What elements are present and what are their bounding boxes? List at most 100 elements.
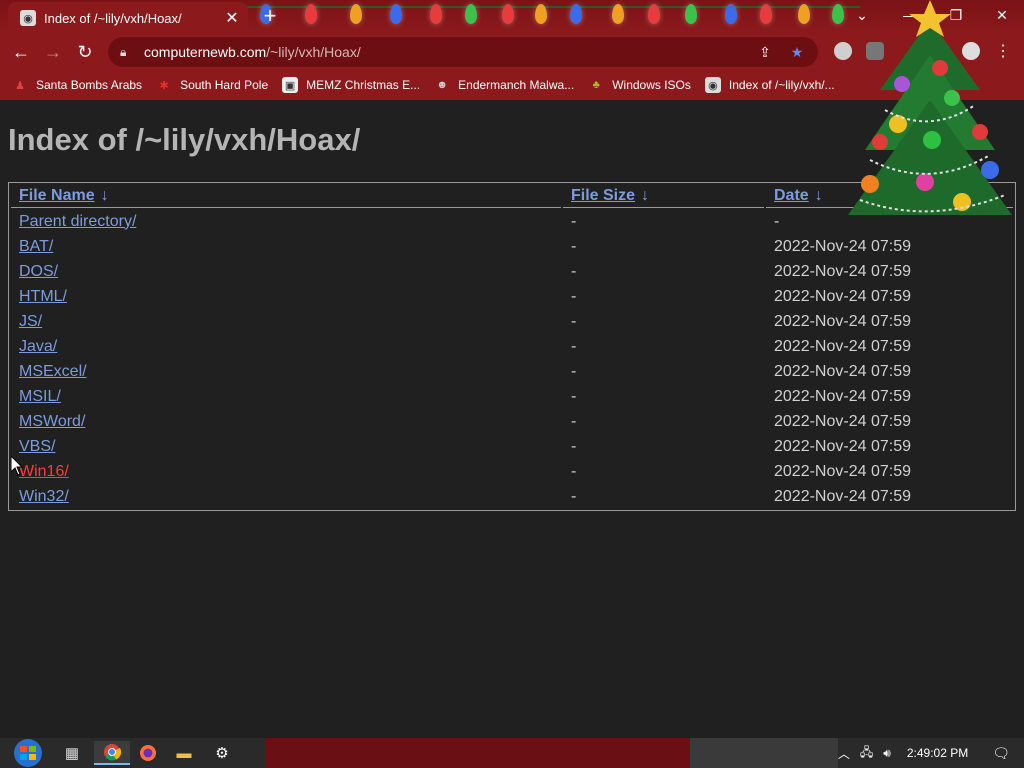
bookmark-item[interactable]: ◉ Index of /~lily/vxh/... bbox=[704, 77, 835, 93]
network-icon[interactable]: 🖧︎ bbox=[860, 743, 873, 764]
file-size: - bbox=[571, 337, 577, 355]
file-date: 2022-Nov-24 07:59 bbox=[774, 462, 911, 480]
ornament bbox=[932, 60, 948, 76]
settings-gear-icon[interactable]: ⚙ bbox=[204, 741, 240, 765]
file-date: 2022-Nov-24 07:59 bbox=[774, 262, 911, 280]
light-bulb bbox=[725, 4, 737, 24]
back-button[interactable]: ← bbox=[8, 40, 34, 64]
chrome-icon bbox=[104, 744, 121, 761]
bookmark-label: Endermanch Malwa... bbox=[458, 78, 575, 92]
ornament bbox=[944, 90, 960, 106]
table-row: DOS/ - 2022-Nov-24 07:59 bbox=[11, 260, 1013, 283]
light-bulb bbox=[305, 4, 317, 24]
tree-icon: ♣ bbox=[592, 79, 600, 91]
folder-link[interactable]: VBS/ bbox=[19, 438, 55, 455]
chrome-center bbox=[108, 748, 116, 756]
sort-arrow-icon[interactable]: ↓ bbox=[815, 187, 823, 204]
reload-button[interactable]: ↻ bbox=[72, 40, 98, 64]
ornament bbox=[916, 173, 934, 191]
ornament bbox=[972, 124, 988, 140]
file-explorer-icon[interactable]: ▬ bbox=[166, 741, 202, 765]
column-header-size[interactable]: File Size ↓ bbox=[563, 185, 764, 208]
firefox-center bbox=[143, 748, 153, 758]
file-size: - bbox=[571, 437, 577, 455]
file-date: 2022-Nov-24 07:59 bbox=[774, 412, 911, 430]
bookmark-item[interactable]: ☻ Endermanch Malwa... bbox=[434, 77, 574, 93]
start-button[interactable] bbox=[8, 738, 48, 768]
parent-directory-link[interactable]: Parent directory/ bbox=[19, 213, 136, 230]
bookmark-item[interactable]: ♣ Windows ISOs bbox=[588, 77, 691, 93]
sort-by-date-link[interactable]: Date bbox=[774, 187, 809, 204]
bookmark-item[interactable]: ♟ Santa Bombs Arabs bbox=[12, 77, 142, 93]
light-bulb bbox=[465, 4, 477, 24]
ornament bbox=[894, 76, 910, 92]
tray-chevron-icon[interactable]: ︿ bbox=[838, 745, 850, 762]
folder-link[interactable]: JS/ bbox=[19, 313, 42, 330]
raccoon-icon: ☻ bbox=[436, 79, 448, 91]
light-bulb bbox=[685, 4, 697, 24]
window-icon: ▣ bbox=[282, 77, 299, 93]
bookmark-label: Santa Bombs Arabs bbox=[36, 78, 143, 92]
folder-link[interactable]: DOS/ bbox=[19, 263, 58, 280]
tab-close-icon[interactable]: ✕ bbox=[222, 8, 242, 28]
start-flag bbox=[20, 754, 27, 760]
globe-icon: ◉ bbox=[20, 10, 36, 26]
table-row: MSExcel/ - 2022-Nov-24 07:59 bbox=[11, 360, 1013, 383]
folder-link[interactable]: Java/ bbox=[19, 338, 57, 355]
new-tab-button[interactable]: + bbox=[258, 4, 282, 28]
firefox-icon bbox=[140, 745, 156, 761]
sort-arrow-icon[interactable]: ↓ bbox=[101, 187, 109, 204]
folder-link[interactable]: BAT/ bbox=[19, 238, 53, 255]
table-row: Win32/ - 2022-Nov-24 07:59 bbox=[11, 485, 1013, 508]
ornament bbox=[872, 134, 888, 150]
sort-by-name-link[interactable]: File Name bbox=[19, 187, 95, 204]
file-size: - bbox=[571, 287, 577, 305]
folder-link[interactable]: MSIL/ bbox=[19, 388, 61, 405]
bookmark-star-icon[interactable]: ★ bbox=[788, 44, 806, 61]
light-bulb bbox=[760, 4, 772, 24]
christmas-lights-decoration bbox=[240, 0, 860, 34]
share-icon[interactable]: ⇪ bbox=[756, 44, 774, 61]
url-text[interactable]: computernewb.com/~lily/vxh/Hoax/ bbox=[144, 44, 361, 60]
light-bulb bbox=[502, 4, 514, 24]
bookmark-item[interactable]: ▣ MEMZ Christmas E... bbox=[282, 77, 420, 93]
file-size: - bbox=[571, 462, 577, 480]
light-bulb bbox=[648, 4, 660, 24]
column-label: File Name bbox=[19, 187, 95, 204]
volume-icon[interactable]: 🔊︎ bbox=[883, 746, 891, 761]
task-view-icon[interactable]: ▦ bbox=[54, 741, 90, 765]
bookmark-item[interactable]: ✱ South Hard Pole bbox=[156, 77, 268, 93]
folder-link[interactable]: MSExcel/ bbox=[19, 363, 87, 380]
firefox-taskbar-icon[interactable] bbox=[130, 741, 166, 765]
globe-icon: ◉ bbox=[704, 77, 721, 93]
mouse-cursor-icon bbox=[11, 456, 23, 476]
star-burst-icon: ✱ bbox=[159, 79, 169, 92]
light-bulb bbox=[350, 4, 362, 24]
sort-arrow-icon[interactable]: ↓ bbox=[641, 187, 649, 204]
column-header-name[interactable]: File Name ↓ bbox=[11, 185, 561, 208]
folder-link[interactable]: HTML/ bbox=[19, 288, 67, 305]
windows-taskbar: ▦ ▬ ⚙ ︿ 🖧︎ 🔊︎ 2:49:02 PM 🗨︎ bbox=[0, 738, 1024, 768]
notification-center-icon[interactable]: 🗨︎ bbox=[992, 745, 1010, 762]
file-date: 2022-Nov-24 07:59 bbox=[774, 287, 911, 305]
address-bar[interactable]: 🔒︎ computernewb.com/~lily/vxh/Hoax/ ⇪ ★ bbox=[108, 37, 818, 67]
browser-tab-active[interactable]: ◉ Index of /~lily/vxh/Hoax/ ✕ bbox=[8, 2, 248, 34]
light-bulb bbox=[612, 4, 624, 24]
url-host: computernewb.com bbox=[144, 44, 267, 60]
table-row: Win16/ - 2022-Nov-24 07:59 bbox=[11, 460, 1013, 483]
table-row: JS/ - 2022-Nov-24 07:59 bbox=[11, 310, 1013, 333]
lock-icon[interactable]: 🔒︎ bbox=[120, 45, 134, 60]
file-size: - bbox=[571, 412, 577, 430]
ornament bbox=[923, 131, 941, 149]
table-row: Java/ - 2022-Nov-24 07:59 bbox=[11, 335, 1013, 358]
christmas-tree-overlay bbox=[848, 0, 1012, 215]
file-size: - bbox=[571, 212, 577, 230]
file-size: - bbox=[571, 262, 577, 280]
chrome-taskbar-icon[interactable] bbox=[94, 741, 130, 765]
clock[interactable]: 2:49:02 PM bbox=[907, 746, 968, 760]
folder-link[interactable]: MSWord/ bbox=[19, 413, 85, 430]
folder-link[interactable]: Win32/ bbox=[19, 488, 69, 505]
folder-link-hovered[interactable]: Win16/ bbox=[19, 463, 69, 480]
sort-by-size-link[interactable]: File Size bbox=[571, 187, 635, 204]
forward-button[interactable]: → bbox=[40, 40, 66, 64]
